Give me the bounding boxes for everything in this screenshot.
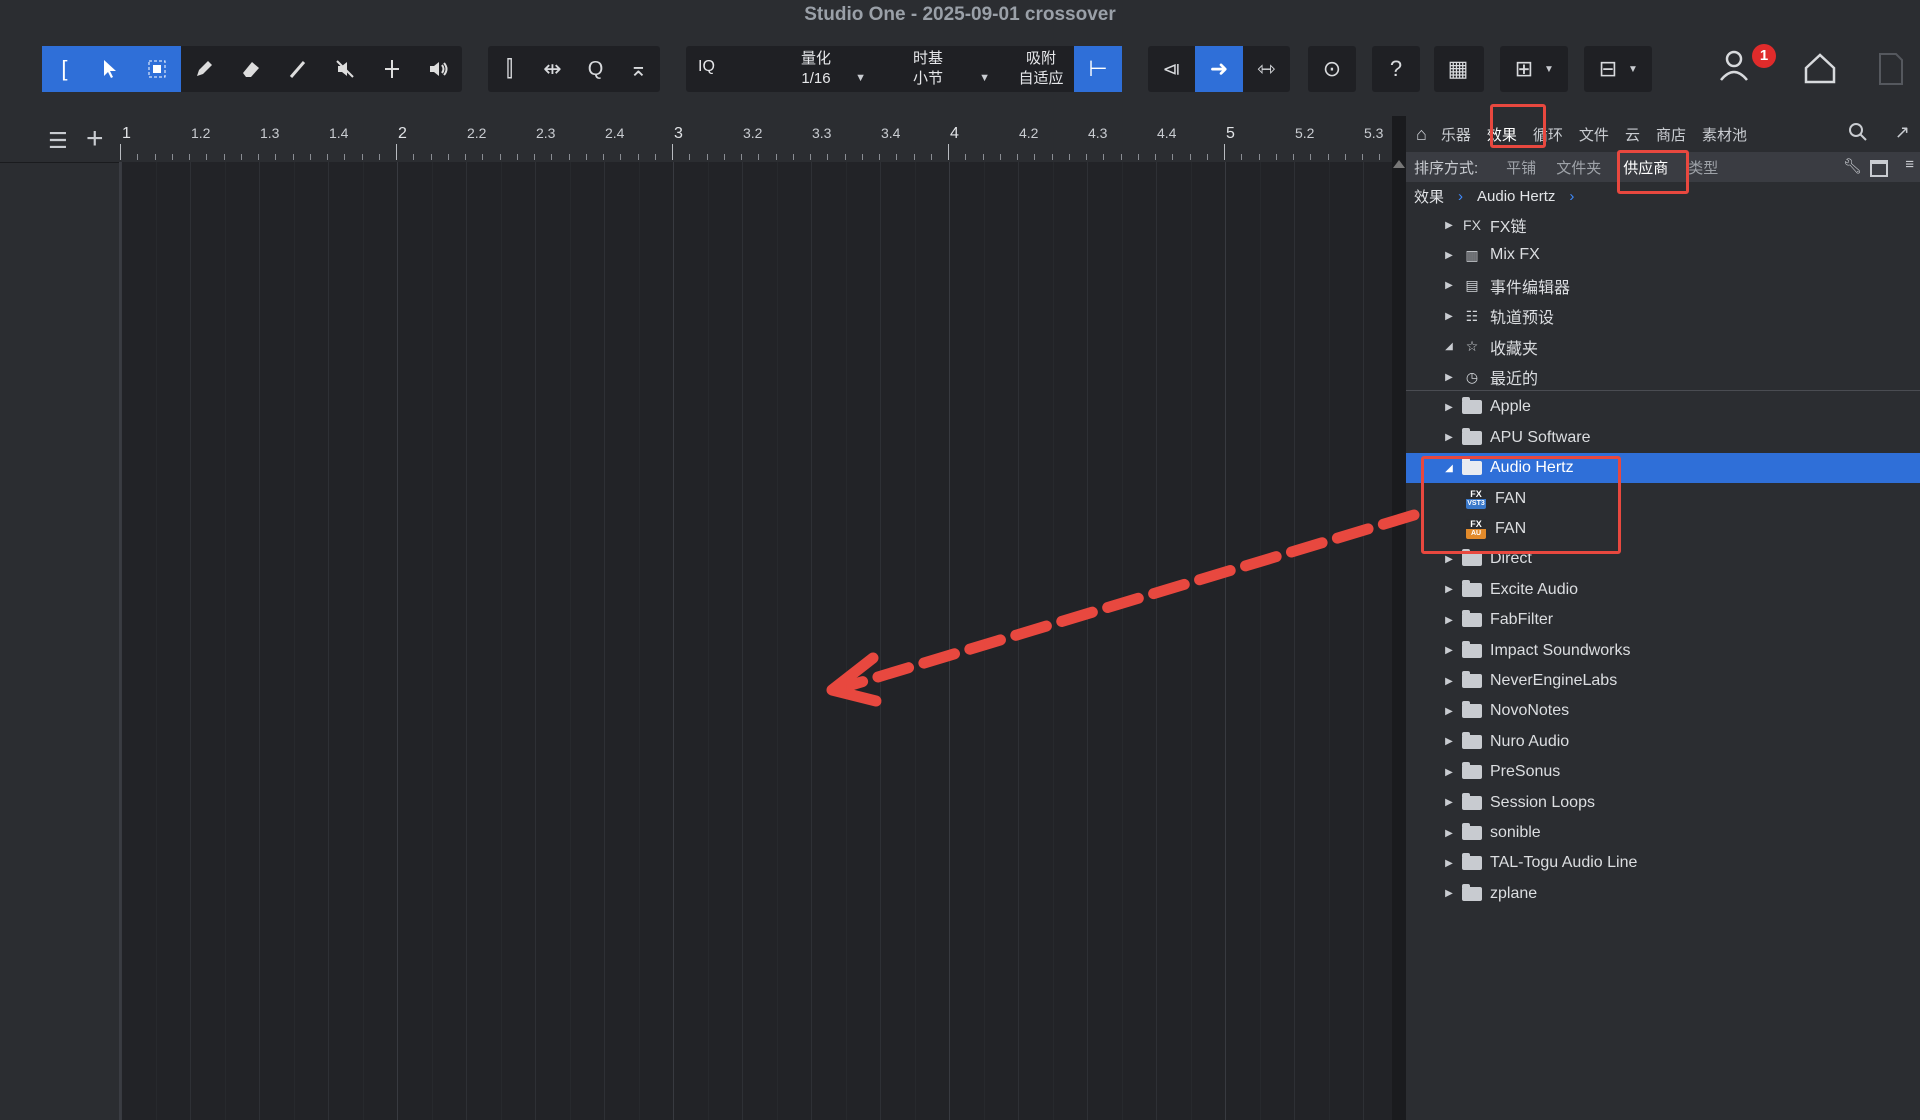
drag-arrow-annotation bbox=[826, 509, 1420, 707]
